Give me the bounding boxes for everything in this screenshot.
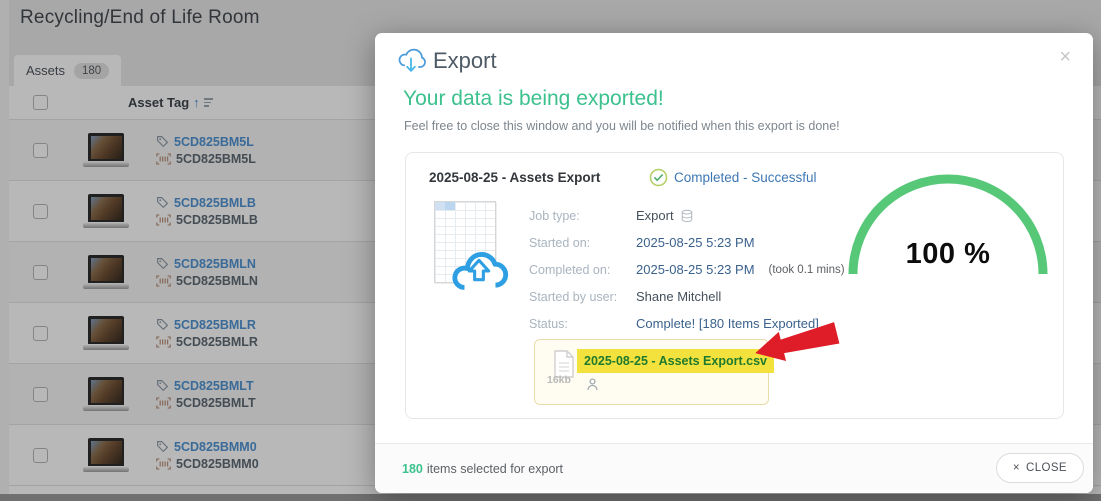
export-job-card: 2025-08-25 - Assets Export Completed - S…	[405, 152, 1064, 419]
export-modal: Export × Your data is being exported! Fe…	[375, 33, 1093, 493]
job-status-text: Completed - Successful	[674, 170, 817, 185]
selected-count-text: 180items selected for export	[402, 462, 563, 476]
file-size: 16kb	[547, 374, 571, 386]
check-circle-icon	[649, 168, 668, 187]
job-name: 2025-08-25 - Assets Export	[429, 170, 600, 185]
cloud-upload-icon	[448, 248, 510, 294]
export-file-card[interactable]: 16kb 2025-08-25 - Assets Export.csv	[534, 339, 769, 405]
person-icon	[585, 377, 600, 392]
progress-gauge: 100 %	[846, 167, 1050, 279]
field-label: Started by user:	[529, 290, 636, 304]
close-button-label: CLOSE	[1026, 462, 1067, 474]
field-started-on: Started on: 2025-08-25 5:23 PM	[529, 235, 845, 250]
export-headline: Your data is being exported!	[403, 87, 664, 111]
modal-title: Export	[433, 48, 497, 74]
close-button-x-icon: ×	[1013, 462, 1020, 474]
selected-count: 180	[402, 462, 423, 476]
field-label: Started on:	[529, 236, 636, 250]
field-note: (took 0.1 mins)	[769, 264, 845, 276]
export-subtext: Feel free to close this window and you w…	[404, 119, 840, 133]
progress-percent: 100 %	[846, 238, 1050, 271]
job-status-badge: Completed - Successful	[649, 168, 817, 187]
field-label: Job type:	[529, 209, 636, 223]
database-icon	[680, 209, 694, 223]
field-completed-on: Completed on: 2025-08-25 5:23 PM (took 0…	[529, 262, 845, 277]
job-detail-fields: Job type: Export Started on: 2025-08-25 …	[529, 208, 845, 331]
field-value: Export	[636, 208, 694, 223]
field-value: 2025-08-25 5:23 PM	[636, 262, 755, 277]
cloud-download-icon	[396, 47, 426, 75]
field-value: Shane Mitchell	[636, 289, 721, 304]
field-label: Completed on:	[529, 263, 636, 277]
close-icon[interactable]: ×	[1059, 47, 1071, 67]
file-name-link[interactable]: 2025-08-25 - Assets Export.csv	[577, 349, 774, 373]
field-job-type: Job type: Export	[529, 208, 845, 223]
close-button[interactable]: × CLOSE	[996, 453, 1084, 483]
field-label: Status:	[529, 317, 636, 331]
modal-footer: 180items selected for export × CLOSE	[375, 443, 1093, 493]
field-value: 2025-08-25 5:23 PM	[636, 235, 755, 250]
field-started-by-user: Started by user: Shane Mitchell	[529, 289, 845, 304]
